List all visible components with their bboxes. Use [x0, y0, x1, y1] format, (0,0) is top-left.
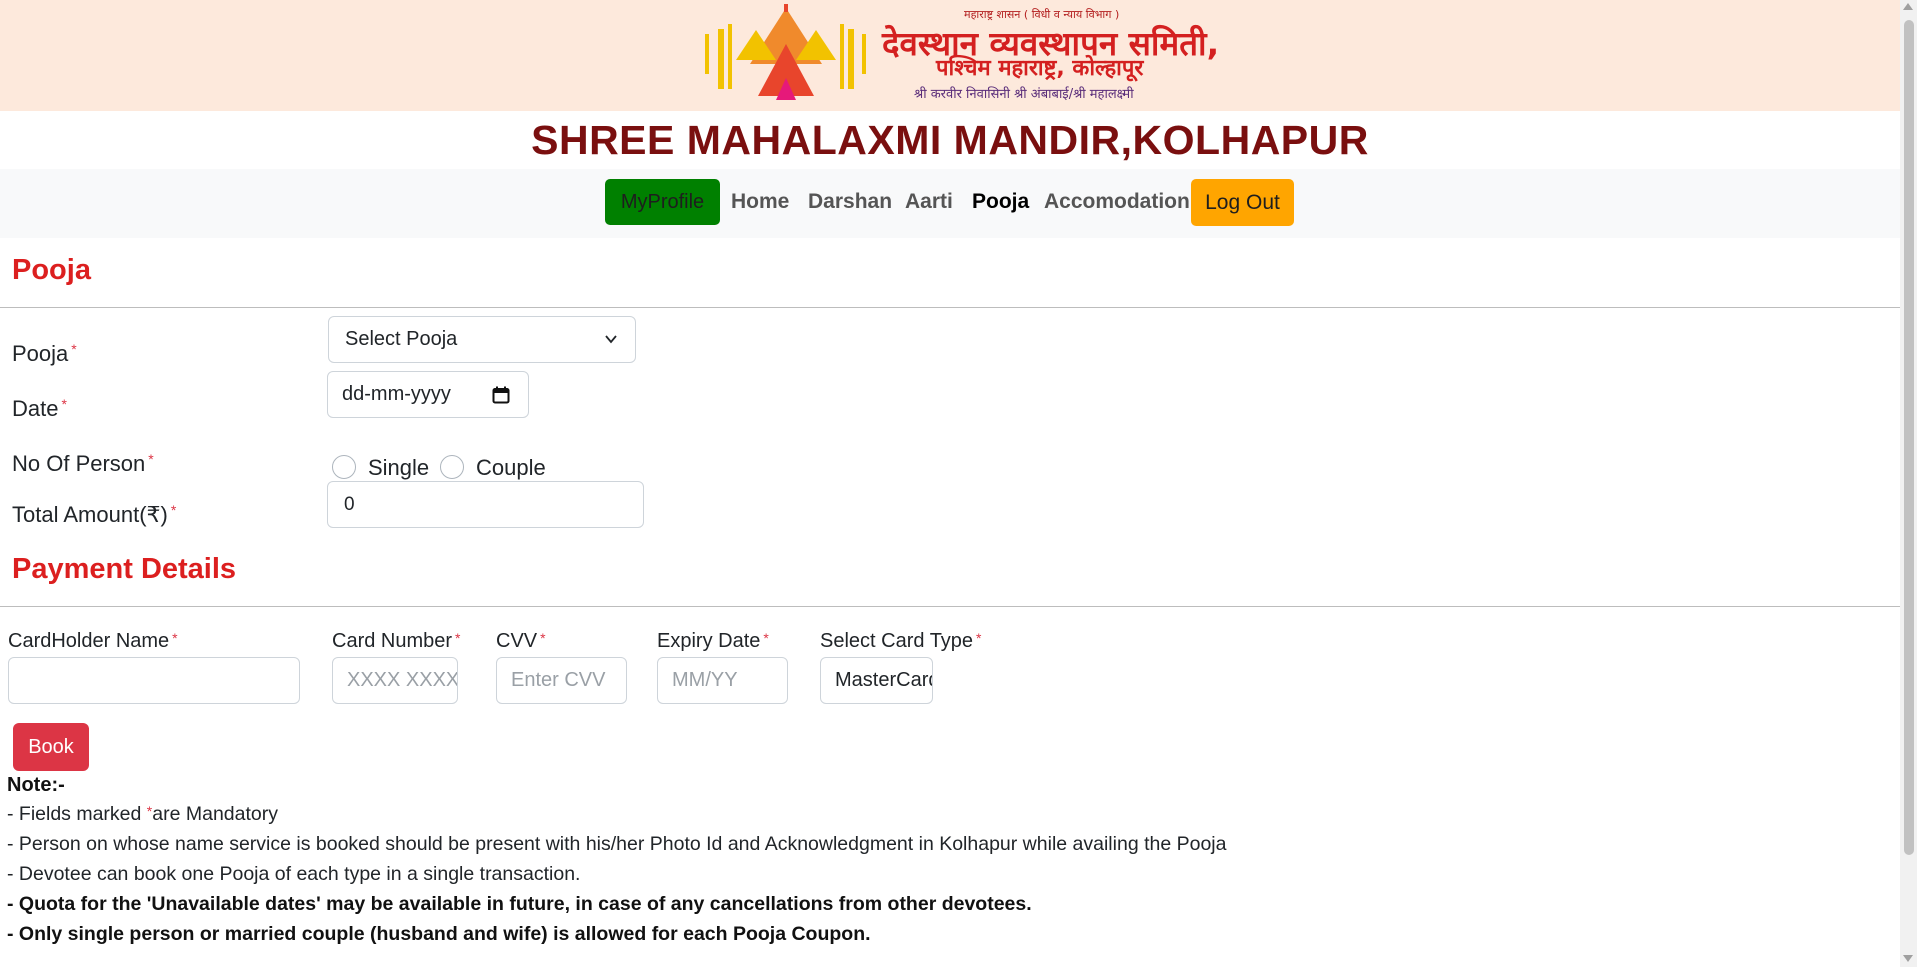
note-one-pooja: - Devotee can book one Pooja of each typ… [7, 863, 581, 885]
couple-radio-label[interactable]: Couple [476, 455, 546, 481]
nav-aarti[interactable]: Aarti [905, 179, 953, 225]
expiry-label: Expiry Date * [657, 630, 769, 652]
cvv-label: CVV * [496, 630, 546, 652]
calendar-icon[interactable] [492, 386, 510, 404]
payment-section-title: Payment Details [12, 553, 237, 585]
nav-accomodation[interactable]: Accomodation [1044, 179, 1190, 225]
scroll-up-icon[interactable] [1903, 3, 1913, 10]
nav-pooja[interactable]: Pooja [972, 179, 1029, 225]
site-title: SHREE MAHALAXMI MANDIR,KOLHAPUR [531, 117, 1369, 163]
card-number-input[interactable]: XXXX XXXX [332, 657, 458, 704]
pooja-section-title: Pooja [12, 254, 91, 286]
note-single-couple: - Only single person or married couple (… [7, 923, 871, 945]
date-label: Date * [12, 396, 67, 421]
single-radio[interactable] [332, 455, 356, 479]
single-radio-label[interactable]: Single [368, 455, 429, 481]
card-type-select[interactable]: MasterCard [820, 657, 933, 704]
emblem-region: पश्चिम महाराष्ट्र, कोल्हापूर [936, 56, 1144, 81]
expiry-date-input[interactable]: MM/YY [657, 657, 788, 704]
logout-button[interactable]: Log Out [1191, 179, 1294, 226]
nav-darshan[interactable]: Darshan [808, 179, 892, 225]
emblem-tagline: श्री करवीर निवासिनी श्री अंबाबाई/श्री मह… [914, 87, 1134, 102]
cardholder-label: CardHolder Name * [8, 630, 178, 652]
amount-label: Total Amount(₹) * [12, 502, 177, 527]
chevron-down-icon [605, 335, 617, 344]
cvv-input[interactable]: Enter CVV [496, 657, 627, 704]
pooja-label: Pooja * [12, 341, 77, 366]
nav-home[interactable]: Home [731, 179, 789, 225]
card-number-label: Card Number * [332, 630, 461, 652]
main-navbar: MyProfile Home Darshan Aarti Pooja Accom… [0, 169, 1900, 238]
card-type-label: Select Card Type * [820, 630, 982, 652]
cardholder-name-input[interactable] [8, 657, 300, 704]
my-profile-button[interactable]: MyProfile [605, 179, 720, 225]
notes-title: Note:- [7, 774, 65, 796]
book-button[interactable]: Book [13, 723, 89, 771]
persons-label: No Of Person * [12, 451, 154, 476]
scrollbar-thumb[interactable] [1904, 20, 1914, 855]
header-banner: महाराष्ट्र शासन ( विधी व न्याय विभाग ) द… [0, 0, 1900, 111]
pooja-select[interactable]: Select Pooja [328, 316, 636, 363]
payment-divider [0, 606, 1900, 607]
date-input[interactable]: dd-mm-yyyy [327, 371, 529, 418]
note-photo-id: - Person on whose name service is booked… [7, 833, 1227, 855]
scroll-down-icon[interactable] [1903, 955, 1913, 962]
section-divider [0, 307, 1900, 308]
note-quota: - Quota for the 'Unavailable dates' may … [7, 893, 1032, 915]
total-amount-field[interactable]: 0 [327, 481, 644, 528]
couple-radio[interactable] [440, 455, 464, 479]
note-mandatory: - Fields marked *are Mandatory [7, 803, 278, 825]
